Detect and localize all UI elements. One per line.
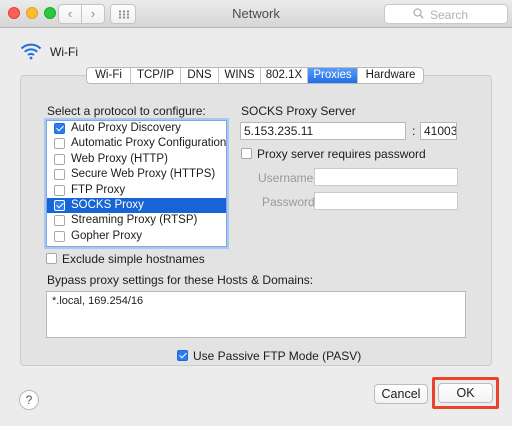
password-label: Password: [262, 195, 319, 209]
protocol-checkbox[interactable] [54, 169, 65, 181]
tab-bar: Wi-Fi TCP/IP DNS WINS 802.1X Proxies Har… [86, 67, 424, 84]
protocol-label: Auto Proxy Discovery [71, 122, 181, 134]
cancel-button[interactable]: Cancel [374, 384, 428, 404]
protocol-label: FTP Proxy [71, 183, 126, 196]
protocol-label: Secure Web Proxy (HTTPS) [71, 168, 216, 181]
protocol-list[interactable]: Auto Proxy Discovery Automatic Proxy Con… [46, 120, 227, 247]
ok-button-highlight [432, 377, 499, 409]
host-port-separator: : [412, 124, 416, 138]
username-label: Username: [258, 171, 317, 185]
tab-tcpip[interactable]: TCP/IP [131, 68, 181, 83]
protocol-label: Streaming Proxy (RTSP) [71, 214, 198, 227]
tab-wifi[interactable]: Wi-Fi [87, 68, 131, 83]
question-icon: ? [25, 393, 33, 407]
passive-ftp-checkbox[interactable] [177, 350, 188, 361]
protocol-row-secure-web-proxy[interactable]: Secure Web Proxy (HTTPS) [47, 167, 226, 182]
protocol-row-ftp-proxy[interactable]: FTP Proxy [47, 183, 226, 198]
exclude-simple-hostnames-checkbox[interactable] [46, 253, 57, 264]
protocol-label: SOCKS Proxy [71, 198, 144, 211]
protocol-row-web-proxy[interactable]: Web Proxy (HTTP) [47, 152, 226, 167]
search-placeholder: Search [430, 8, 469, 22]
tab-dns[interactable]: DNS [181, 68, 219, 83]
exclude-simple-hostnames-label: Exclude simple hostnames [62, 252, 205, 266]
bypass-hosts-textarea[interactable]: *.local, 169.254/16 [46, 291, 466, 338]
protocol-row-auto-proxy-discovery[interactable]: Auto Proxy Discovery [47, 121, 226, 136]
requires-password-checkbox[interactable] [241, 148, 252, 159]
proxy-port-field[interactable]: 41003 [420, 122, 457, 140]
protocol-row-gopher-proxy[interactable]: Gopher Proxy [47, 229, 226, 244]
protocol-checkbox[interactable] [54, 123, 65, 134]
wifi-icon [20, 43, 42, 60]
search-input[interactable]: Search [384, 4, 508, 24]
help-button[interactable]: ? [19, 390, 39, 410]
bypass-heading: Bypass proxy settings for these Hosts & … [47, 273, 314, 287]
protocol-checkbox[interactable] [54, 138, 65, 150]
protocol-label: Automatic Proxy Configuration [71, 137, 227, 150]
protocol-row-automatic-proxy-configuration[interactable]: Automatic Proxy Configuration [47, 136, 226, 151]
protocol-checkbox[interactable] [54, 184, 65, 196]
tab-8021x[interactable]: 802.1X [261, 68, 308, 83]
protocol-checkbox[interactable] [54, 230, 65, 242]
search-icon [413, 8, 424, 19]
protocol-label: Web Proxy (HTTP) [71, 152, 168, 165]
tab-hardware[interactable]: Hardware [358, 68, 423, 83]
tab-wins[interactable]: WINS [219, 68, 261, 83]
protocol-checkbox[interactable] [54, 215, 65, 227]
network-window: ‹ › Network Search Wi-Fi Wi-Fi TCP/IP DN… [0, 0, 512, 426]
tab-proxies[interactable]: Proxies [308, 68, 358, 83]
protocol-checkbox[interactable] [54, 199, 65, 211]
protocol-heading: Select a protocol to configure: [47, 104, 206, 118]
protocol-row-socks-proxy[interactable]: SOCKS Proxy [47, 197, 226, 214]
protocol-checkbox[interactable] [54, 153, 65, 165]
title-bar: ‹ › Network Search [0, 0, 512, 28]
passive-ftp-label: Use Passive FTP Mode (PASV) [193, 349, 362, 363]
interface-name: Wi-Fi [50, 45, 78, 59]
proxy-host-field[interactable]: 5.153.235.11 [240, 122, 406, 140]
username-field[interactable] [314, 168, 458, 186]
server-heading: SOCKS Proxy Server [241, 104, 356, 118]
protocol-row-streaming-proxy[interactable]: Streaming Proxy (RTSP) [47, 213, 226, 228]
requires-password-label: Proxy server requires password [257, 147, 426, 161]
password-field[interactable] [314, 192, 458, 210]
protocol-label: Gopher Proxy [71, 229, 142, 242]
